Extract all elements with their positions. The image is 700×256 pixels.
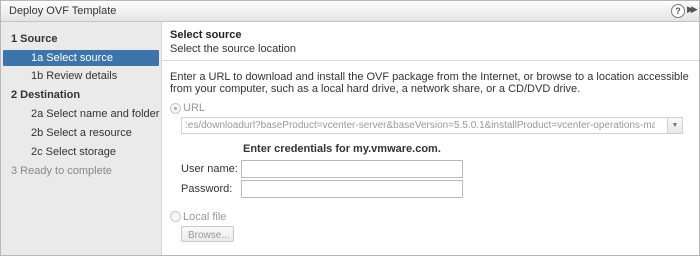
expand-icon[interactable]: ▶▶ [687,4,698,15]
local-file-radio[interactable] [170,211,181,222]
url-input[interactable]: :es/downloadurl?baseProduct=vcenter-serv… [185,119,655,132]
window-title: Deploy OVF Template [9,5,117,17]
chevron-down-icon[interactable]: ▼ [667,118,682,133]
page-title: Select source [170,29,242,41]
step-source: 1 Source [11,33,58,45]
username-label: User name: [181,163,238,175]
url-radio[interactable] [170,103,181,114]
password-label: Password: [181,183,233,195]
step-review-details[interactable]: 1b Review details [1,68,161,84]
page-subtitle: Select the source location [170,43,296,55]
title-bar: Deploy OVF Template ? ▶▶ [1,1,699,22]
step-select-resource[interactable]: 2b Select a resource [1,125,161,141]
browse-button[interactable]: Browse... [181,226,234,242]
url-combobox[interactable]: :es/downloadurl?baseProduct=vcenter-serv… [181,117,683,134]
page-header: Select source Select the source location [162,22,699,61]
credentials-heading: Enter credentials for my.vmware.com. [243,143,441,155]
username-input[interactable] [241,160,463,178]
step-destination: 2 Destination [11,89,81,101]
step-select-name-folder[interactable]: 2a Select name and folder [1,106,161,122]
help-icon[interactable]: ? [671,4,685,18]
step-select-source[interactable]: 1a Select source [3,50,159,66]
step-ready-to-complete: 3 Ready to complete [11,165,112,177]
main-panel: Select source Select the source location… [162,22,699,255]
url-radio-label: URL [183,102,206,114]
local-file-radio-label: Local file [183,211,227,223]
deploy-ovf-dialog: Deploy OVF Template ? ▶▶ ✔ 1 Source 1a S… [0,0,700,256]
wizard-steps-sidebar: ✔ 1 Source 1a Select source 1b Review de… [1,22,162,255]
password-input[interactable] [241,180,463,198]
step-select-storage[interactable]: 2c Select storage [1,144,161,160]
instructions-text: Enter a URL to download and install the … [170,71,689,95]
